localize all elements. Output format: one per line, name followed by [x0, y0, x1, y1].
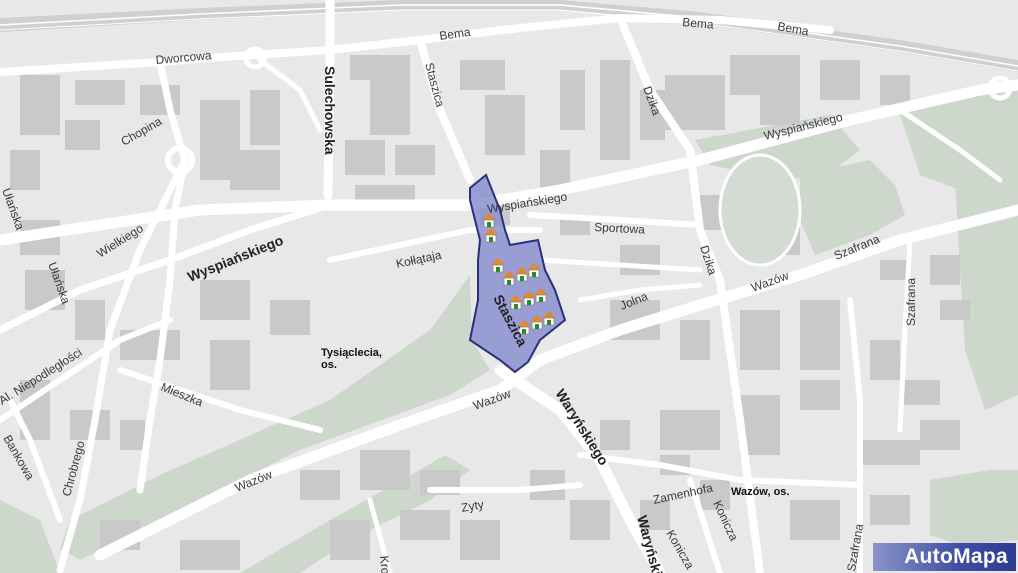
street-label-krochmalna: Kro [377, 555, 393, 573]
place-label-tysiaclecia: Tysiąclecia, os. [321, 347, 382, 371]
street-label-szafrana: Szafrana [904, 278, 918, 326]
map-layer: Bema Bema Bema Dworcowa Sulechowska Stas… [0, 0, 1018, 573]
place-label-wazow-estate: Wazów, os. [731, 486, 790, 498]
map-canvas[interactable]: Bema Bema Bema Dworcowa Sulechowska Stas… [0, 0, 1018, 573]
stadium [718, 153, 802, 267]
street-label-sulechowska: Sulechowska [322, 66, 338, 155]
street-label-bema: Bema [682, 15, 715, 32]
automapa-logo[interactable]: AutoMapa [873, 543, 1016, 571]
street-label-sportowa: Sportowa [594, 220, 646, 237]
